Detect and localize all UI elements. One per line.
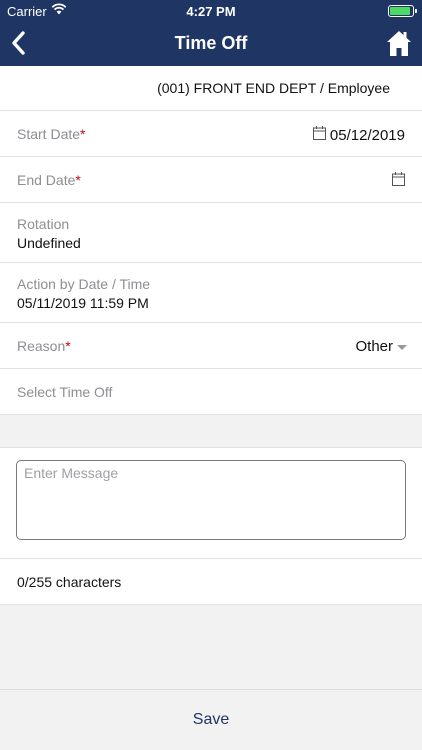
message-section bbox=[0, 448, 422, 559]
start-date-row[interactable]: Start Date* 05/12/2019 bbox=[0, 111, 422, 157]
nav-header: Carrier 4:27 PM Time Off bbox=[0, 0, 422, 66]
end-date-label: End Date* bbox=[17, 172, 81, 188]
message-input[interactable] bbox=[16, 460, 406, 540]
rotation-value: Undefined bbox=[17, 235, 81, 251]
home-icon[interactable] bbox=[385, 28, 413, 58]
end-date-row[interactable]: End Date* bbox=[0, 157, 422, 203]
select-time-off-label[interactable]: Select Time Off bbox=[17, 384, 112, 400]
rotation-label: Rotation bbox=[17, 216, 70, 232]
calendar-icon[interactable] bbox=[392, 172, 405, 186]
rotation-row: Rotation Undefined bbox=[0, 203, 422, 263]
chevron-down-icon[interactable] bbox=[397, 345, 407, 350]
start-date-value[interactable]: 05/12/2019 bbox=[330, 127, 405, 144]
footer-bar: Save bbox=[0, 689, 422, 750]
reason-label: Reason* bbox=[17, 338, 71, 354]
save-button[interactable]: Save bbox=[0, 711, 422, 729]
action-by-label: Action by Date / Time bbox=[17, 276, 151, 292]
required-marker: * bbox=[75, 172, 81, 188]
required-marker: * bbox=[65, 338, 71, 354]
department-row: (001) FRONT END DEPT / Employee bbox=[0, 66, 422, 111]
page-title: Time Off bbox=[174, 33, 248, 53]
reason-row[interactable]: Reason* Other bbox=[0, 323, 422, 369]
calendar-icon[interactable] bbox=[313, 126, 326, 140]
select-time-off-row[interactable]: Select Time Off bbox=[0, 369, 422, 415]
status-clock: 4:27 PM bbox=[186, 4, 236, 19]
action-by-value: 05/11/2019 11:59 PM bbox=[17, 295, 149, 311]
start-date-label: Start Date* bbox=[17, 126, 86, 142]
reason-select[interactable]: Other bbox=[355, 338, 393, 355]
time-off-form: (001) FRONT END DEPT / Employee Start Da… bbox=[0, 66, 422, 605]
action-by-row: Action by Date / Time 05/11/2019 11:59 P… bbox=[0, 263, 422, 323]
status-bar: Carrier 4:27 PM bbox=[0, 0, 422, 22]
char-count-row: 0/255 characters bbox=[0, 559, 422, 605]
department-value: (001) FRONT END DEPT / Employee bbox=[157, 80, 390, 96]
battery-icon bbox=[388, 5, 417, 17]
section-divider bbox=[0, 415, 422, 448]
char-count: 0/255 characters bbox=[17, 574, 122, 590]
required-marker: * bbox=[80, 126, 86, 142]
